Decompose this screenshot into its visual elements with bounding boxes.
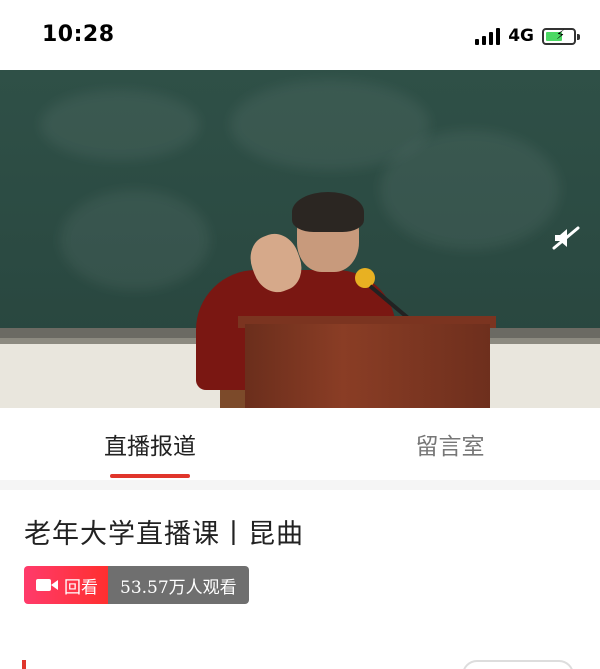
tab-live-report[interactable]: 直播报道 [0, 408, 300, 480]
tab-bar: 直播报道 留言室 [0, 408, 600, 480]
status-indicators: 4G ⚡ [475, 26, 580, 46]
view-count: 53.57万人观看 [108, 566, 249, 604]
follow-button[interactable] [462, 660, 574, 669]
replay-label: 回看 [64, 577, 98, 598]
section-accent-bar [22, 660, 26, 669]
tab-live-report-label: 直播报道 [104, 434, 196, 460]
active-tab-indicator [110, 474, 190, 478]
live-title: 老年大学直播课丨昆曲 [24, 519, 304, 550]
network-type: 4G [508, 26, 534, 46]
status-time: 10:28 [42, 22, 115, 47]
battery-icon: ⚡ [542, 27, 580, 45]
live-status-badge[interactable]: 回看 53.57万人观看 [24, 566, 249, 604]
section-divider [0, 480, 600, 490]
status-bar: 10:28 4G ⚡ [0, 0, 600, 72]
view-count-label: 53.57万人观看 [120, 577, 237, 598]
podium [245, 324, 490, 408]
signal-strength-icon [475, 27, 501, 45]
speaker-hair [292, 192, 364, 232]
tab-message-room[interactable]: 留言室 [300, 408, 600, 480]
video-player[interactable] [0, 70, 600, 408]
muted-speaker-icon[interactable] [552, 226, 580, 250]
replay-badge[interactable]: 回看 [24, 566, 108, 604]
video-camera-icon [36, 578, 58, 592]
tab-message-room-label: 留言室 [415, 434, 485, 460]
